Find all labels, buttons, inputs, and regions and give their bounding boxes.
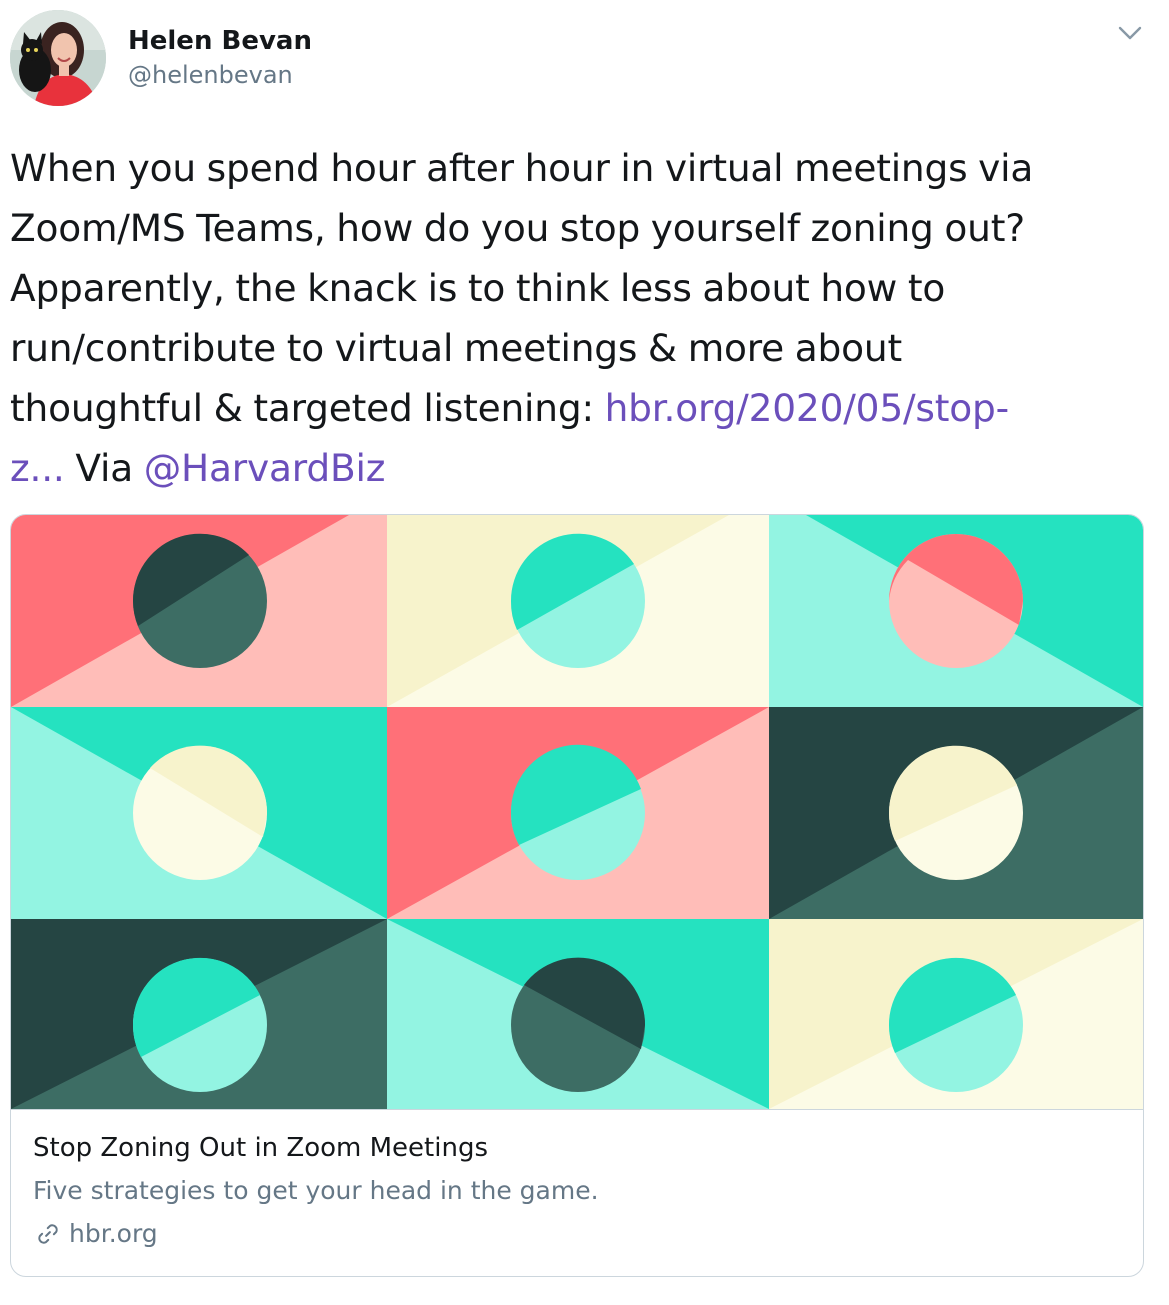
card-title[interactable]: Stop Zoning Out in Zoom Meetings: [33, 1132, 488, 1164]
chevron-down-icon: [1118, 26, 1142, 40]
article-link[interactable]: hbr.org/2020/05/stop-: [605, 386, 1010, 430]
tweet-text-line: thoughtful & targeted listening: hbr.org…: [10, 378, 1155, 438]
tweet-text-line: z... Via @HarvardBiz: [10, 438, 1155, 498]
avatar[interactable]: [10, 10, 106, 106]
author-name[interactable]: Helen Bevan: [128, 26, 312, 56]
card-image: [11, 515, 1143, 1109]
geometric-pattern-image: [11, 515, 1143, 1109]
tweet-text-line: When you spend hour after hour in virtua…: [10, 146, 1034, 190]
card-description: Five strategies to get your head in the …: [33, 1176, 599, 1205]
card-body: Stop Zoning Out in Zoom Meetings Five st…: [11, 1109, 1143, 1276]
tweet-text: When you spend hour after hour in virtua…: [10, 138, 1155, 498]
profile-photo-icon: [10, 10, 106, 106]
tweet-text-line: Apparently, the knack is to think less a…: [10, 266, 946, 310]
card-domain: hbr.org: [33, 1218, 158, 1250]
mention-link[interactable]: @HarvardBiz: [144, 446, 386, 490]
tweet-text-line: Zoom/MS Teams, how do you stop yourself …: [10, 206, 1025, 250]
link-preview-card[interactable]: Stop Zoning Out in Zoom Meetings Five st…: [10, 514, 1144, 1277]
card-domain-text: hbr.org: [69, 1219, 158, 1248]
author-handle[interactable]: @helenbevan: [128, 60, 293, 90]
article-link-continued[interactable]: z...: [10, 446, 65, 490]
tweet-text-segment: thoughtful & targeted listening:: [10, 386, 605, 430]
tweet-menu-button[interactable]: [1110, 12, 1150, 52]
tweet-header: Helen Bevan @helenbevan: [10, 10, 1150, 106]
tweet-text-segment: Via: [64, 446, 144, 490]
tweet-text-line: run/contribute to virtual meetings & mor…: [10, 326, 902, 370]
link-icon: [38, 1224, 58, 1244]
